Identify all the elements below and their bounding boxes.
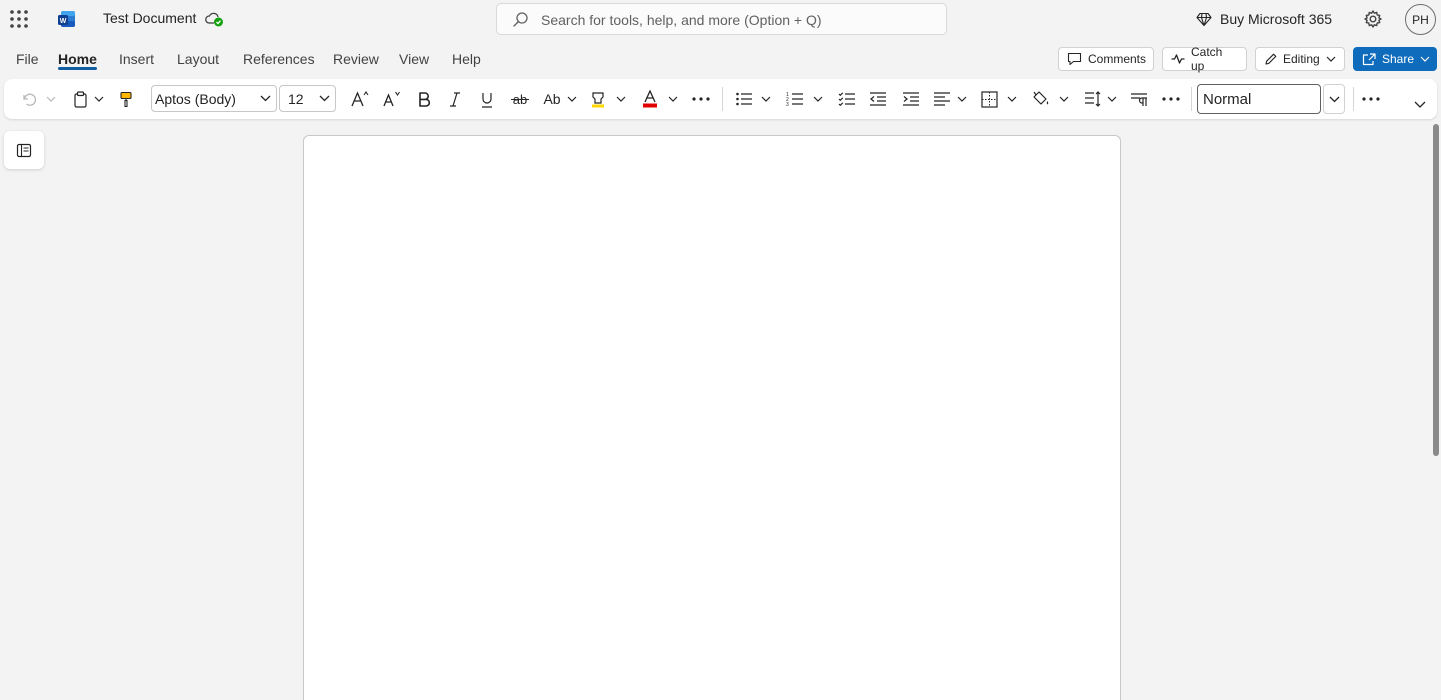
search-icon [512, 11, 529, 28]
chevron-down-icon[interactable] [1105, 88, 1119, 110]
line-spacing-icon[interactable] [1082, 88, 1104, 110]
align-left-icon[interactable] [931, 88, 953, 110]
chevron-down-icon[interactable] [1005, 88, 1019, 110]
tab-file[interactable]: File [16, 51, 39, 67]
svg-text:Ab: Ab [543, 91, 560, 107]
tab-review[interactable]: Review [333, 51, 379, 67]
tab-home[interactable]: Home [58, 51, 97, 67]
chevron-down-icon [1326, 56, 1336, 62]
paste-dropdown-chevron-icon[interactable] [92, 88, 106, 110]
catch-up-button[interactable]: Catch up [1162, 45, 1247, 73]
font-color-icon[interactable] [639, 88, 661, 110]
checklist-icon[interactable] [836, 88, 858, 110]
text-effects-icon[interactable]: Ab [540, 88, 564, 110]
comments-button[interactable]: Comments [1058, 47, 1154, 71]
more-font-options-icon[interactable] [690, 88, 712, 110]
catch-up-label: Catch up [1191, 45, 1223, 73]
cloud-saved-icon[interactable] [204, 10, 224, 28]
ribbon-divider [1191, 87, 1192, 111]
ribbon-expand-chevron-icon[interactable] [1411, 93, 1429, 115]
tab-view[interactable]: View [399, 51, 429, 67]
decrease-indent-icon[interactable] [867, 88, 889, 110]
increase-indent-icon[interactable] [900, 88, 922, 110]
svg-text:W: W [60, 18, 67, 25]
paragraph-marks-icon[interactable] [1128, 88, 1150, 110]
underline-icon[interactable] [477, 88, 497, 110]
document-page[interactable] [303, 135, 1121, 700]
grow-font-icon[interactable] [348, 88, 372, 110]
more-paragraph-options-icon[interactable] [1160, 88, 1182, 110]
chevron-down-icon [319, 95, 330, 102]
search-placeholder: Search for tools, help, and more (Option… [541, 12, 822, 28]
comment-icon [1067, 52, 1082, 66]
chevron-down-icon [260, 95, 271, 102]
chevron-down-icon[interactable] [955, 88, 969, 110]
chevron-down-icon[interactable] [565, 88, 579, 110]
font-name-value: Aptos (Body) [155, 91, 236, 107]
buy-microsoft-365-button[interactable]: Buy Microsoft 365 [1196, 9, 1332, 29]
avatar[interactable]: PH [1405, 4, 1436, 35]
editing-label: Editing [1283, 52, 1320, 66]
shading-icon[interactable] [1030, 88, 1052, 110]
bullets-icon[interactable] [733, 88, 755, 110]
ribbon-divider [722, 87, 723, 111]
borders-icon[interactable] [978, 88, 1000, 110]
bold-icon[interactable] [414, 88, 434, 110]
shrink-font-icon[interactable] [380, 88, 404, 110]
chevron-down-icon[interactable] [759, 88, 773, 110]
share-icon [1362, 52, 1376, 66]
italic-icon[interactable] [445, 88, 465, 110]
title-bar: W Test Document Search for tools, help, … [0, 0, 1441, 38]
tab-help[interactable]: Help [452, 51, 481, 67]
app-launcher-icon[interactable] [9, 9, 29, 29]
tab-references[interactable]: References [243, 51, 315, 67]
pulse-icon [1171, 53, 1185, 65]
ribbon-divider [1353, 87, 1354, 111]
settings-gear-icon[interactable] [1363, 9, 1383, 29]
share-button[interactable]: Share [1353, 47, 1437, 71]
comments-label: Comments [1088, 52, 1147, 66]
format-painter-icon[interactable] [116, 88, 136, 110]
editing-mode-button[interactable]: Editing [1255, 47, 1345, 71]
vertical-scrollbar[interactable] [1433, 124, 1439, 456]
document-title[interactable]: Test Document [103, 10, 196, 26]
chevron-down-icon[interactable] [666, 88, 680, 110]
undo-icon[interactable] [18, 88, 38, 110]
share-label: Share [1382, 52, 1415, 66]
diamond-icon [1196, 11, 1212, 27]
styles-dropdown-chevron-icon[interactable] [1323, 84, 1345, 114]
chevron-down-icon [1420, 56, 1430, 62]
undo-dropdown-chevron-icon[interactable] [44, 88, 58, 110]
font-size-value: 12 [288, 91, 304, 107]
style-value: Normal [1203, 91, 1252, 108]
tab-layout[interactable]: Layout [177, 51, 219, 67]
ribbon-toolbar: Aptos (Body) 12 ab Ab 1 2 3 Normal [4, 79, 1437, 119]
svg-text:3: 3 [786, 102, 789, 107]
more-options-icon[interactable] [1360, 88, 1382, 110]
tab-insert[interactable]: Insert [119, 51, 154, 67]
search-box[interactable]: Search for tools, help, and more (Option… [496, 3, 947, 35]
clipboard-icon[interactable] [70, 88, 90, 110]
highlight-icon[interactable] [587, 88, 609, 110]
styles-input[interactable]: Normal [1197, 84, 1321, 114]
font-name-dropdown[interactable]: Aptos (Body) [151, 85, 277, 112]
buy-label: Buy Microsoft 365 [1220, 11, 1333, 27]
chevron-down-icon[interactable] [1057, 88, 1071, 110]
navigation-pane-button[interactable] [4, 131, 44, 169]
navigation-pane-icon [16, 143, 32, 158]
word-logo-icon: W [57, 9, 77, 29]
font-size-dropdown[interactable]: 12 [279, 85, 336, 112]
pencil-icon [1264, 53, 1277, 66]
active-tab-indicator [58, 67, 97, 70]
numbering-icon[interactable]: 123 [784, 88, 806, 110]
chevron-down-icon[interactable] [811, 88, 825, 110]
chevron-down-icon[interactable] [614, 88, 628, 110]
strikethrough-icon[interactable]: ab [508, 88, 532, 110]
